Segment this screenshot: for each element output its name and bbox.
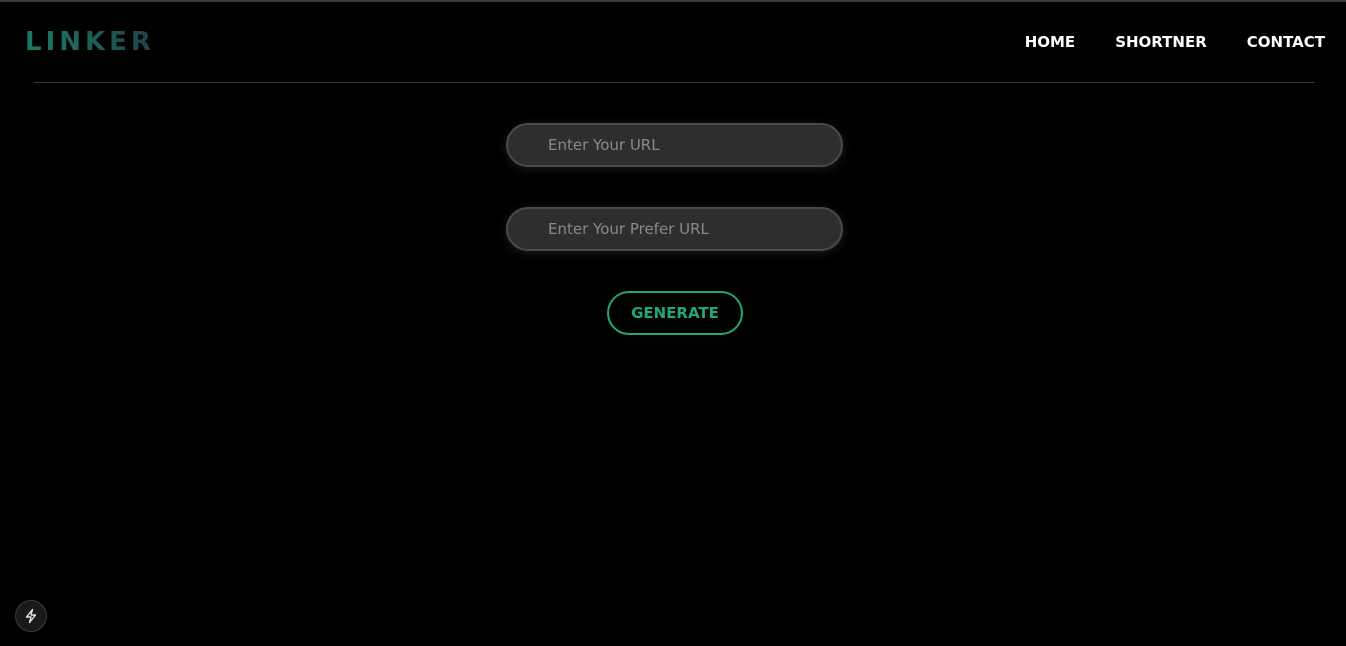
nav-contact-link[interactable]: CONTACT bbox=[1247, 32, 1325, 52]
generate-button[interactable]: GENERATE bbox=[607, 291, 743, 335]
header-divider bbox=[34, 82, 1315, 83]
top-strip bbox=[0, 0, 1346, 2]
lightning-icon bbox=[25, 608, 37, 624]
main-nav: HOME SHORTNER CONTACT bbox=[985, 32, 1325, 52]
url-input[interactable] bbox=[506, 123, 843, 167]
page: LINKER HOME SHORTNER CONTACT GENERATE bbox=[0, 0, 1346, 646]
dev-tools-button[interactable] bbox=[15, 600, 47, 632]
nav-shortner-link[interactable]: SHORTNER bbox=[1115, 32, 1207, 52]
nav-home-link[interactable]: HOME bbox=[1025, 32, 1075, 52]
prefer-url-input[interactable] bbox=[506, 207, 843, 251]
logo[interactable]: LINKER bbox=[25, 27, 155, 57]
